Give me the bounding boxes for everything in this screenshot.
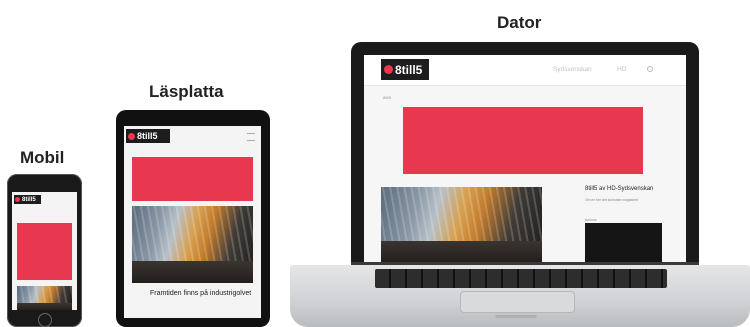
keyboard[interactable] — [375, 269, 667, 288]
mobile-home-button[interactable] — [38, 313, 52, 327]
nav-link-sydsvenskan[interactable]: Sydsvenskan — [553, 66, 592, 73]
laptop-screen: 8till5 Sydsvenskan HD 8till5 8till5 av H… — [364, 55, 686, 262]
tablet-ad-block — [132, 157, 253, 201]
trackpad[interactable] — [460, 291, 575, 313]
laptop-article-photo — [381, 187, 542, 262]
label-mobile: Mobil — [20, 148, 65, 167]
mobile-article-photo — [17, 286, 72, 310]
tablet-menu-icon[interactable] — [247, 133, 255, 141]
laptop-lid: 8till5 Sydsvenskan HD 8till5 8till5 av H… — [351, 42, 699, 264]
tablet-article-photo — [132, 206, 253, 283]
mobile-ad-block — [17, 223, 72, 280]
breadcrumb[interactable]: 8till5 — [383, 95, 391, 100]
laptop-ad-block — [403, 107, 643, 174]
mobile-device: 8till5 — [7, 174, 82, 327]
nav-link-hd[interactable]: HD — [617, 66, 626, 73]
label-desktop: Dator — [497, 13, 542, 32]
label-tablet: Läsplatta — [149, 82, 224, 101]
laptop-base — [290, 265, 750, 327]
tablet-screen: 8till5 Framtiden finns på industrigolvet — [124, 126, 261, 318]
logo-mark-icon — [128, 132, 135, 140]
tablet-device: 8till5 Framtiden finns på industrigolvet — [116, 110, 270, 327]
tablet-logo-text: 8till5 — [137, 131, 158, 141]
search-icon[interactable] — [647, 66, 653, 72]
sidebar-ad-box — [585, 223, 662, 262]
tablet-article-title[interactable]: Framtiden finns på industrigolvet — [150, 290, 255, 297]
sidebar-title: 8till5 av HD-Sydsvenskan — [585, 186, 654, 192]
logo-mark-icon — [15, 197, 20, 202]
mobile-logo: 8till5 — [14, 195, 41, 204]
laptop-logo-text: 8till5 — [395, 62, 423, 77]
laptop-logo: 8till5 — [381, 59, 429, 80]
sidebar-description: Om en förr det skönaste magasinet — [585, 198, 638, 202]
laptop-base-notch — [495, 315, 537, 318]
sidebar-section-label: Annons — [585, 218, 597, 222]
logo-mark-icon — [384, 65, 393, 74]
mobile-screen: 8till5 — [12, 192, 77, 310]
tablet-logo: 8till5 — [126, 129, 170, 143]
mobile-logo-text: 8till5 — [22, 196, 36, 203]
